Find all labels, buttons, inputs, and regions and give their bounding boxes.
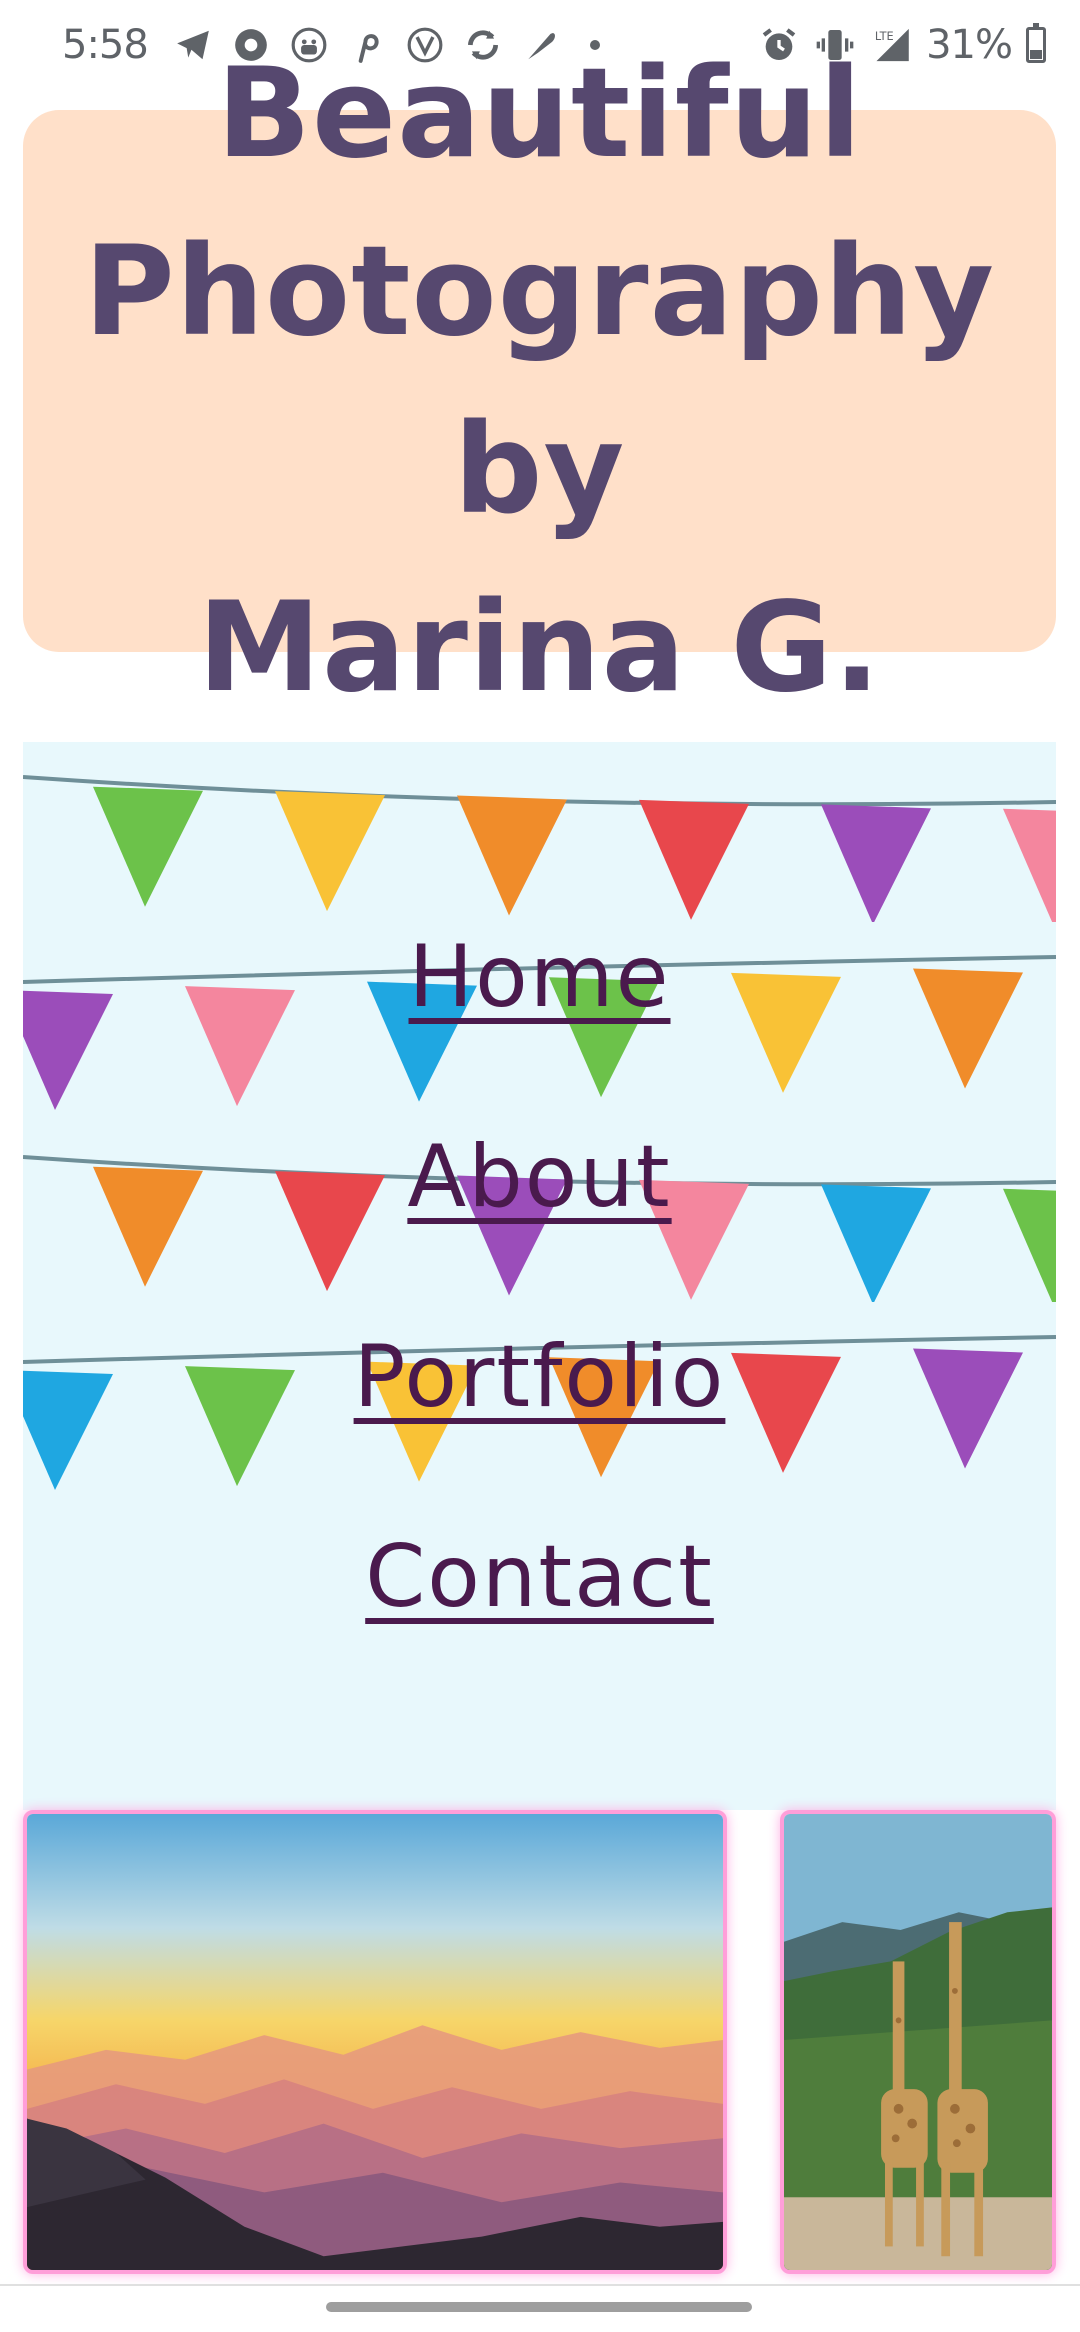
nav-link-portfolio[interactable]: Portfolio — [23, 1327, 1056, 1427]
photo-sunset-mountains[interactable] — [23, 1810, 727, 2274]
bottom-divider — [0, 2284, 1080, 2286]
main-navigation: Home About Portfolio Contact — [23, 742, 1056, 1810]
nav-link-about[interactable]: About — [23, 1127, 1056, 1227]
title-line-2: Photography by — [83, 220, 996, 542]
site-title: Beautiful Photography by Marina G. — [23, 25, 1056, 737]
giraffes-image — [784, 1814, 1052, 2270]
sunset-mountains-image — [27, 1814, 723, 2270]
photo-giraffes[interactable] — [780, 1810, 1056, 2274]
home-indicator[interactable] — [326, 2302, 752, 2312]
title-line-1: Beautiful — [216, 42, 863, 186]
nav-link-home[interactable]: Home — [23, 927, 1056, 1027]
title-line-3: Marina G. — [197, 576, 882, 720]
nav-links: Home About Portfolio Contact — [23, 742, 1056, 1810]
site-header: Beautiful Photography by Marina G. — [23, 42, 1056, 720]
nav-link-contact[interactable]: Contact — [23, 1527, 1056, 1627]
